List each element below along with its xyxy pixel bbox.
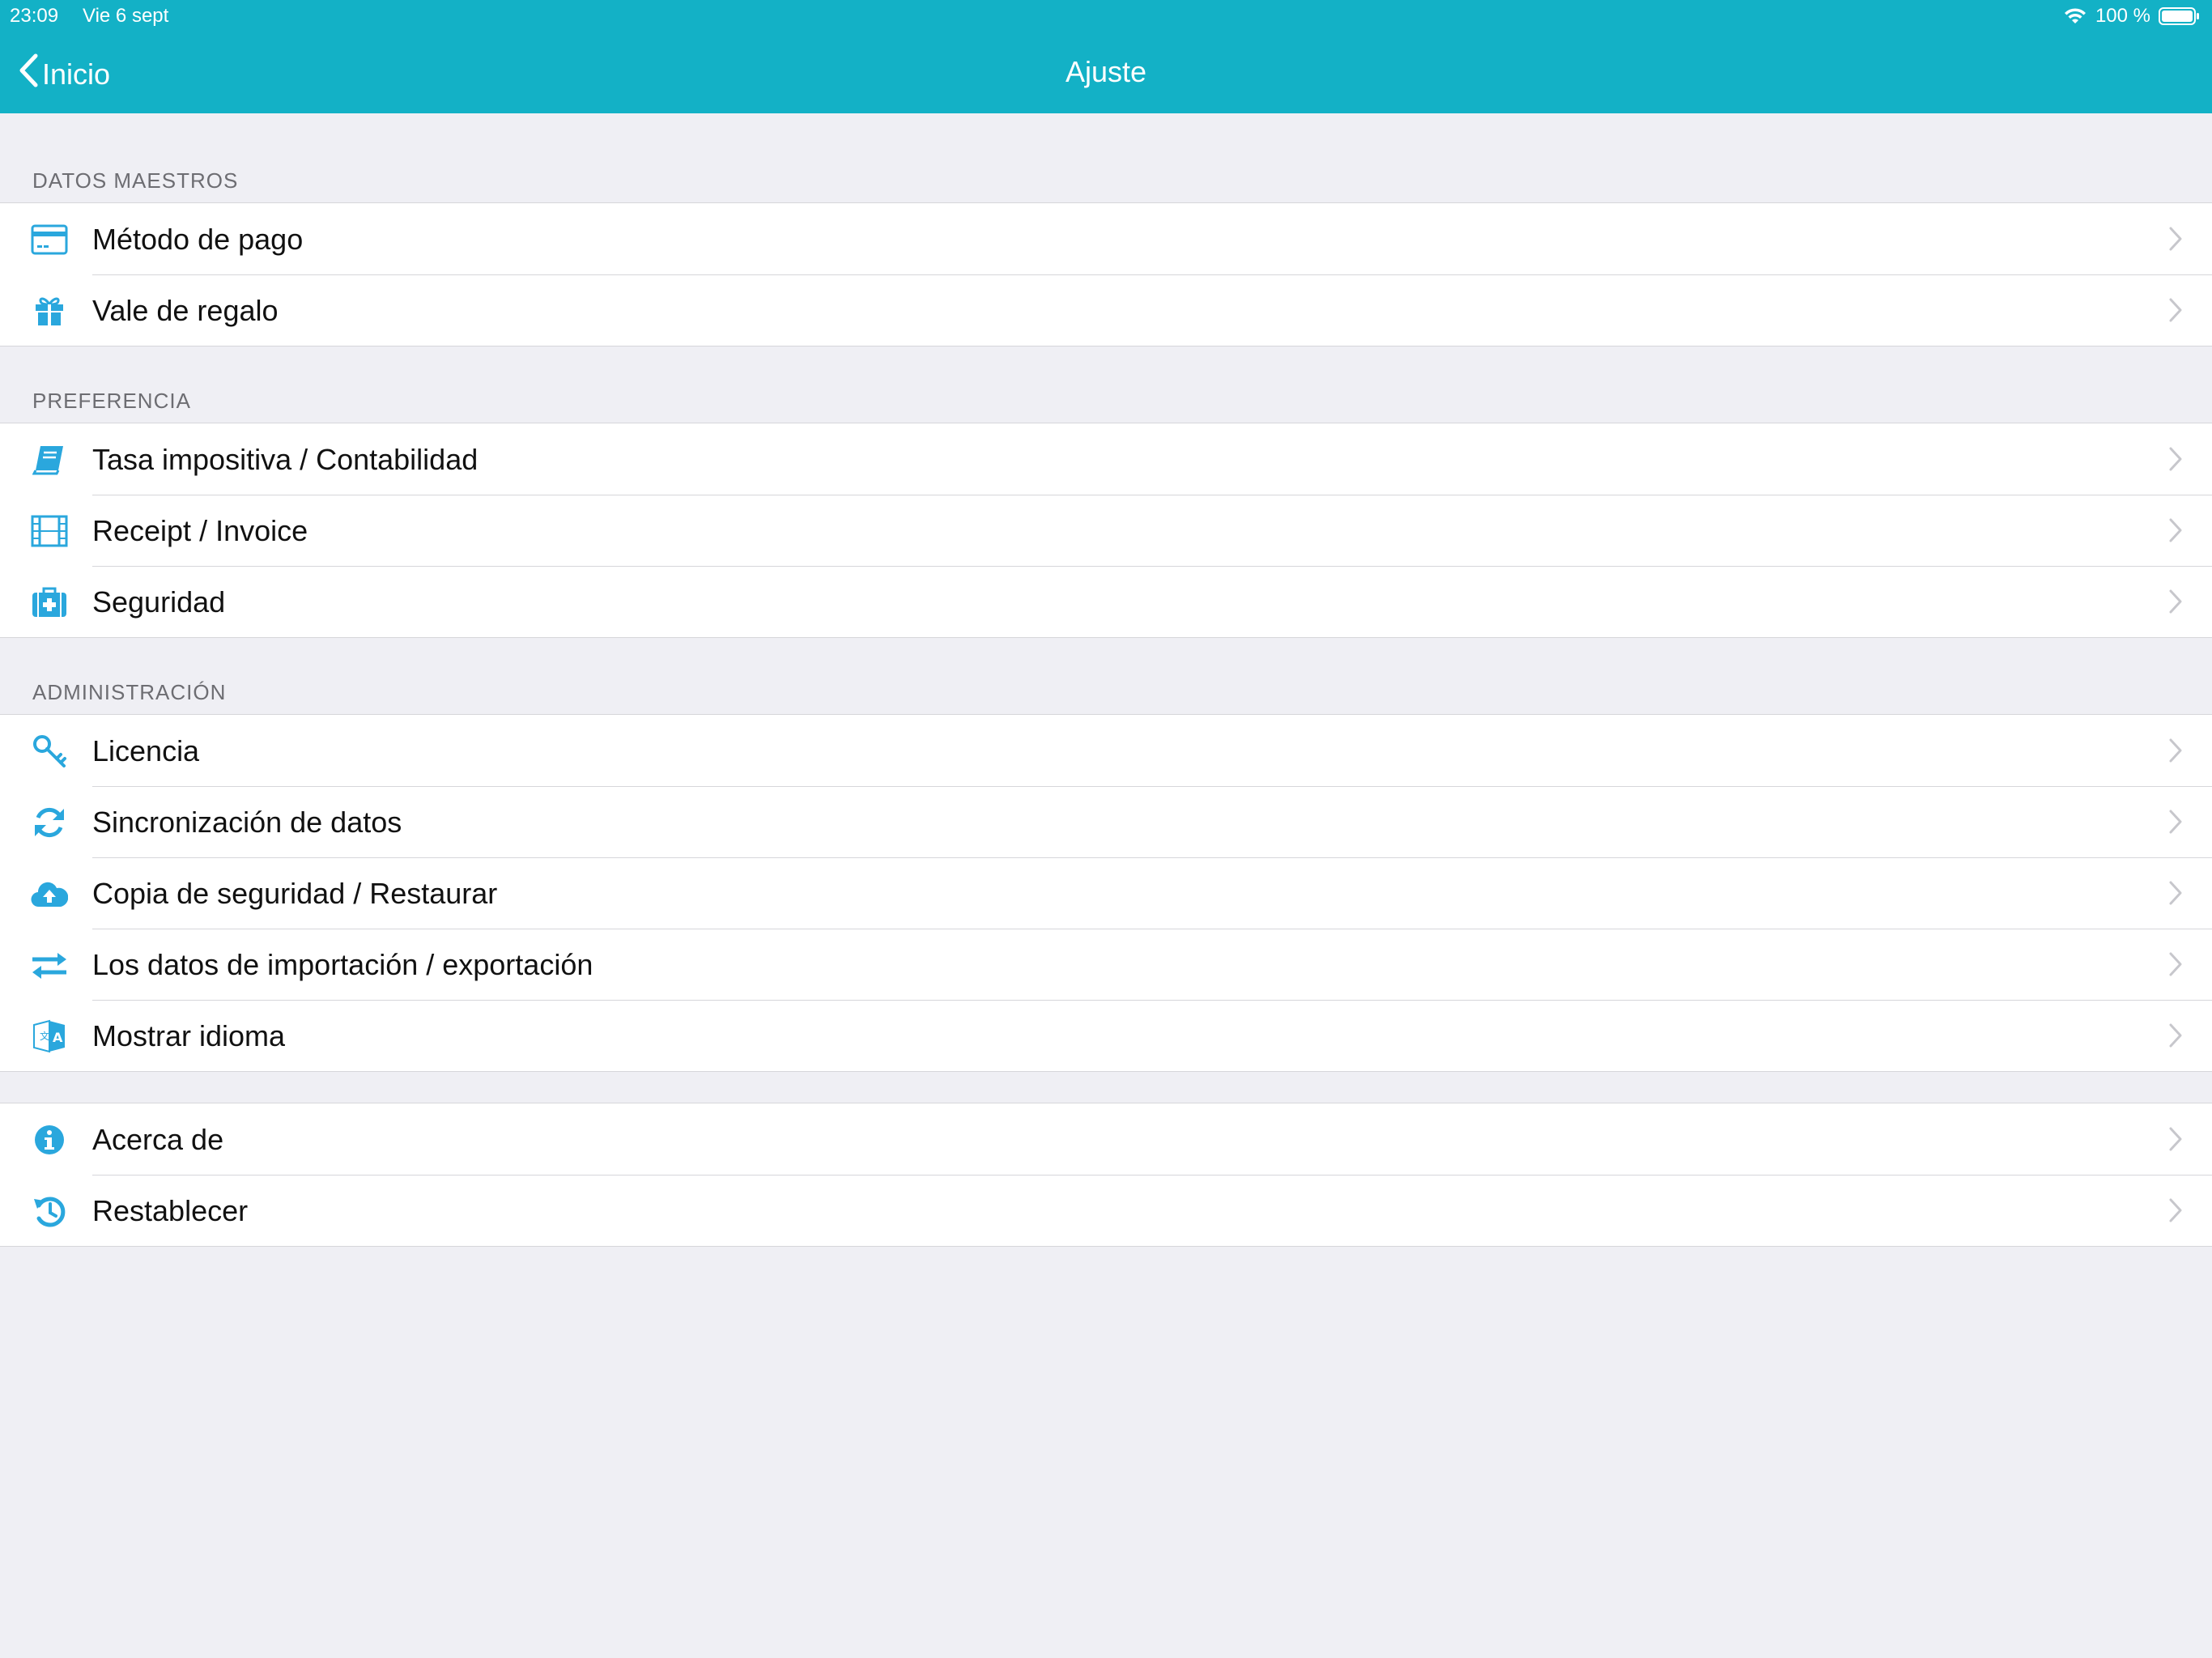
chevron-right-icon [2168, 226, 2183, 256]
chevron-right-icon [2168, 297, 2183, 327]
status-date: Vie 6 sept [83, 5, 169, 27]
chevron-right-icon [2168, 880, 2183, 910]
group-preferencia: Tasa impositiva / Contabilidad Receipt /… [0, 423, 2212, 638]
row-label: Receipt / Invoice [92, 514, 308, 547]
exchange-icon [31, 946, 68, 984]
row-importacion-exportacion[interactable]: Los datos de importación / exportación [0, 929, 2212, 1000]
chevron-right-icon [2168, 1197, 2183, 1227]
sync-icon [31, 804, 68, 841]
status-right: 100 % [2063, 0, 2201, 32]
group-administracion: Licencia Sincronización de datos Copia d… [0, 714, 2212, 1072]
row-restablecer[interactable]: Restablecer [0, 1175, 2212, 1246]
row-label: Vale de regalo [92, 294, 279, 327]
navigation-bar: Inicio Ajuste [0, 32, 2212, 113]
info-icon [31, 1121, 68, 1158]
section-header-administracion: ADMINISTRACIÓN [32, 680, 227, 704]
section-header-preferencia: PREFERENCIA [32, 389, 191, 413]
film-icon [31, 512, 68, 550]
row-copia-de-seguridad[interactable]: Copia de seguridad / Restaurar [0, 857, 2212, 929]
row-sincronizacion[interactable]: Sincronización de datos [0, 786, 2212, 857]
row-label: Tasa impositiva / Contabilidad [92, 443, 479, 476]
row-label: Licencia [92, 734, 200, 767]
svg-text:A: A [53, 1030, 63, 1045]
row-acerca-de[interactable]: Acerca de [0, 1103, 2212, 1175]
page-title: Ajuste [1065, 55, 1147, 88]
row-label: Acerca de [92, 1123, 224, 1156]
chevron-right-icon [2168, 809, 2183, 839]
chevron-right-icon [2168, 589, 2183, 619]
row-label: Seguridad [92, 585, 226, 619]
group-general: Acerca de Restablecer [0, 1103, 2212, 1247]
row-label: Método de pago [92, 223, 304, 256]
chevron-right-icon [2168, 951, 2183, 981]
row-mostrar-idioma[interactable]: 文 A Mostrar idioma [0, 1000, 2212, 1071]
gift-icon [31, 292, 68, 329]
credit-card-icon [31, 221, 68, 258]
language-icon: 文 A [31, 1018, 68, 1055]
row-label: Mostrar idioma [92, 1019, 286, 1052]
top-bar: 23:09 Vie 6 sept 100 % Inicio Ajuste [0, 0, 2212, 113]
status-bar: 23:09 Vie 6 sept 100 % [0, 0, 2212, 32]
chevron-right-icon [2168, 517, 2183, 547]
book-icon [31, 441, 68, 478]
svg-text:文: 文 [40, 1030, 49, 1042]
battery-percent: 100 % [2095, 5, 2150, 27]
wifi-icon [2063, 7, 2087, 25]
status-time: 23:09 [10, 5, 59, 27]
group-datos-maestros: Método de pago Vale de regalo [0, 202, 2212, 346]
key-icon [31, 733, 68, 770]
cloud-upload-icon [31, 875, 68, 912]
battery-icon [2159, 6, 2201, 26]
chevron-right-icon [2168, 1022, 2183, 1052]
row-label: Restablecer [92, 1194, 249, 1227]
row-seguridad[interactable]: Seguridad [0, 566, 2212, 637]
row-label: Copia de seguridad / Restaurar [92, 877, 498, 910]
chevron-right-icon [2168, 738, 2183, 767]
row-label: Los datos de importación / exportación [92, 948, 593, 981]
chevron-right-icon [2168, 446, 2183, 476]
row-vale-de-regalo[interactable]: Vale de regalo [0, 274, 2212, 346]
row-metodo-de-pago[interactable]: Método de pago [0, 203, 2212, 274]
section-header-datos-maestros: DATOS MAESTROS [32, 168, 239, 193]
row-tasa-impositiva[interactable]: Tasa impositiva / Contabilidad [0, 423, 2212, 495]
history-icon [31, 1192, 68, 1230]
chevron-right-icon [2168, 1126, 2183, 1156]
row-licencia[interactable]: Licencia [0, 715, 2212, 786]
row-label: Sincronización de datos [92, 806, 402, 839]
medkit-icon [31, 584, 68, 621]
row-receipt-invoice[interactable]: Receipt / Invoice [0, 495, 2212, 566]
